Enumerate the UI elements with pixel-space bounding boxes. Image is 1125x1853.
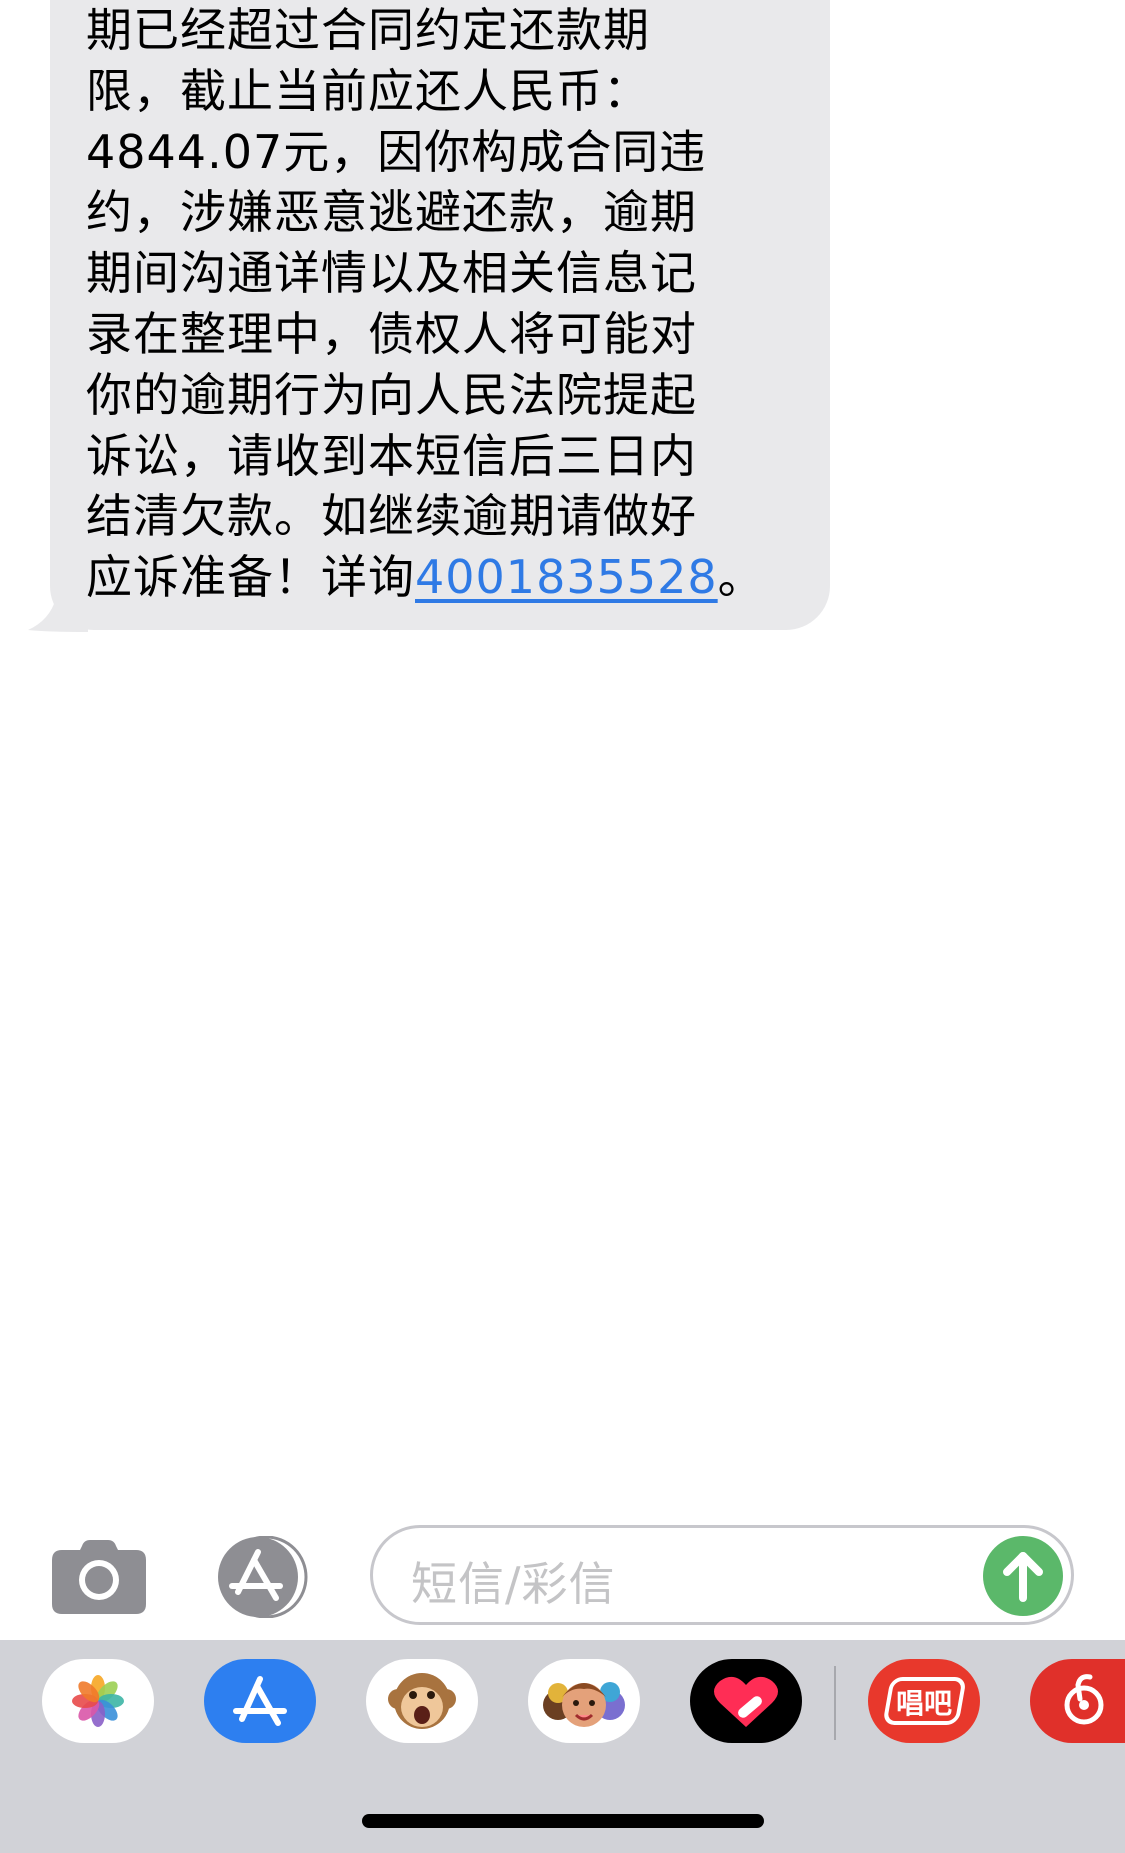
digital-touch-app[interactable] [690, 1659, 802, 1743]
home-indicator[interactable] [362, 1814, 764, 1828]
message-line: 限，截止当前应还人民币： [86, 63, 650, 118]
message-line: 期间沟通详情以及相关信息记 [86, 246, 697, 301]
drawer-divider [834, 1666, 836, 1740]
phone-number-link[interactable]: 4001835528 [415, 550, 718, 604]
app-store-icon [233, 1676, 287, 1726]
monkey-icon [388, 1673, 456, 1729]
heart-icon [714, 1676, 778, 1727]
camera-icon [52, 1540, 146, 1614]
netease-music-icon [1064, 1674, 1104, 1725]
message-input-placeholder: 短信/彩信 [411, 1557, 616, 1611]
app-store-icon [218, 1535, 308, 1619]
bubble-tail [28, 598, 88, 632]
animoji-app[interactable] [366, 1659, 478, 1743]
memoji-app[interactable] [528, 1659, 640, 1743]
message-line: 诉讼，请收到本短信后三日内 [86, 428, 697, 483]
memoji-icon [543, 1682, 625, 1727]
message-last-line: 应诉准备！详询4001835528。 [86, 547, 786, 608]
changba-app[interactable]: 唱吧 [868, 1659, 980, 1743]
netease-music-app[interactable] [1030, 1659, 1125, 1743]
message-line: 结清欠款。如继续逾期请做好 [86, 489, 697, 544]
message-line-prefix: 应诉准备！详询 [86, 550, 415, 605]
message-input[interactable]: 短信/彩信 [370, 1525, 1074, 1625]
message-line: 录在整理中，债权人将可能对 [86, 306, 697, 361]
send-arrow-icon [983, 1536, 1063, 1616]
send-button[interactable] [983, 1536, 1063, 1616]
photos-app[interactable] [42, 1659, 154, 1743]
message-line: 期已经超过合同约定还款期 [86, 3, 650, 57]
message-line-suffix: 。 [717, 550, 765, 605]
apps-button[interactable] [208, 1535, 320, 1619]
app-drawer: 唱吧 [0, 1640, 1125, 1853]
message-text: 期已经超过合同约定还款期 限，截止当前应还人民币： 4844.07元，因你构成合… [86, 0, 786, 608]
app-store-app[interactable] [204, 1659, 316, 1743]
message-line: 你的逾期行为向人民法院提起 [86, 367, 697, 422]
changba-label: 唱吧 [896, 1687, 952, 1720]
changba-icon: 唱吧 [884, 1677, 965, 1725]
message-line: 4844.07元，因你构成合同违 [86, 124, 707, 179]
photos-icon [72, 1675, 124, 1727]
camera-button[interactable] [52, 1540, 146, 1614]
message-line: 约，涉嫌恶意逃避还款，逾期 [86, 185, 697, 240]
